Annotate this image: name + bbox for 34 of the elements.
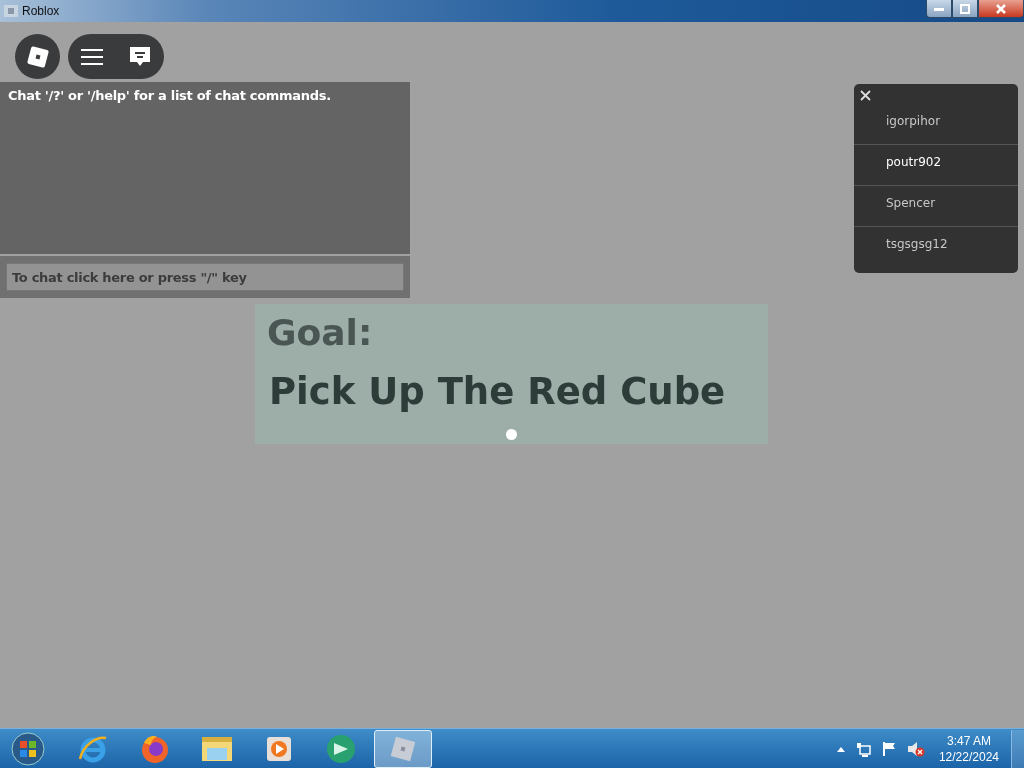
goal-heading: Goal: [267, 312, 373, 353]
show-hidden-icons-icon[interactable] [836, 745, 845, 752]
network-icon[interactable] [854, 740, 871, 757]
menu-button[interactable] [80, 47, 103, 66]
roblox-menu-button[interactable] [15, 34, 60, 79]
close-icon [996, 3, 1006, 14]
minimize-button[interactable] [926, 0, 952, 18]
window-title: Roblox [22, 4, 60, 18]
restore-button[interactable] [952, 0, 978, 18]
player-entry[interactable]: Spencer [854, 185, 1018, 226]
menu-icon [80, 47, 103, 66]
clock-date: 12/22/2024 [938, 748, 999, 765]
muted-speaker-icon[interactable] [906, 740, 925, 757]
clock-button[interactable]: 3:47 AM 12/22/2024 [938, 732, 999, 765]
chat-button[interactable] [127, 45, 152, 68]
player-entry[interactable]: tsgsgsg12 [854, 226, 1018, 267]
clock-time: 3:47 AM [946, 732, 991, 749]
player-entry[interactable]: poutr902 [854, 144, 1018, 185]
restore-icon [960, 3, 970, 14]
taskbar-app-button[interactable] [374, 729, 432, 768]
goal-text: Pick Up The Red Cube [269, 370, 726, 413]
play-bubble-icon [325, 732, 357, 765]
play-icon [265, 734, 293, 763]
chat-bubble-icon [127, 45, 152, 68]
flag-icon[interactable] [880, 740, 897, 757]
player-entry[interactable]: igorpihor [854, 104, 1018, 144]
close-button[interactable] [978, 0, 1024, 18]
crosshair-dot [506, 429, 517, 440]
chat-input-field[interactable]: To chat click here or press "/" key [6, 263, 404, 291]
minimize-icon [934, 6, 944, 11]
window-icon [4, 5, 18, 17]
windows-logo-icon [11, 731, 45, 766]
close-icon[interactable] [860, 90, 871, 101]
system-message: Chat '/?' or '/help' for a list of chat commands. [8, 88, 332, 103]
